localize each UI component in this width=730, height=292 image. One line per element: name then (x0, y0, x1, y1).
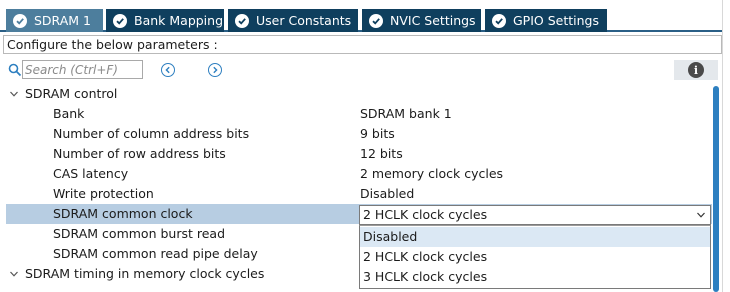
check-circle-icon (113, 13, 127, 28)
parameter-tree: SDRAM control Bank SDRAM bank 1 Number o… (0, 84, 712, 292)
tab-bank-mapping[interactable]: Bank Mapping (106, 9, 224, 32)
tab-label: GPIO Settings (513, 13, 599, 28)
search-toolbar: i (0, 58, 730, 82)
param-name: Number of row address bits (53, 146, 226, 161)
group-label: SDRAM control (25, 86, 118, 101)
param-value: Disabled (360, 186, 415, 201)
tab-sdram1[interactable]: SDRAM 1 (6, 9, 103, 32)
chevron-down-icon[interactable] (696, 210, 706, 220)
tab-user-constants[interactable]: User Constants (228, 9, 358, 32)
param-name: Write protection (53, 186, 154, 201)
search-input[interactable] (22, 60, 143, 79)
param-name: SDRAM common read pipe delay (53, 246, 258, 261)
vertical-scrollbar[interactable] (712, 84, 720, 292)
check-circle-icon (369, 13, 383, 28)
group-label: SDRAM timing in memory clock cycles (25, 266, 265, 281)
param-name: Bank (53, 106, 85, 121)
param-value: 9 bits (360, 126, 395, 141)
info-button[interactable]: i (674, 60, 718, 80)
param-value: SDRAM bank 1 (360, 106, 452, 121)
tab-nvic-settings[interactable]: NVIC Settings (362, 9, 481, 32)
chevron-down-icon[interactable] (9, 89, 19, 99)
param-value: 2 memory clock cycles (360, 166, 504, 181)
dropdown-option-3-hclk[interactable]: 3 HCLK clock cycles (360, 267, 710, 287)
param-name: Number of column address bits (53, 126, 250, 141)
dropdown-option-2-hclk[interactable]: 2 HCLK clock cycles (360, 247, 710, 267)
tab-label: User Constants (256, 13, 352, 28)
dropdown-option-disabled[interactable]: Disabled (360, 227, 710, 247)
tab-bar: SDRAM 1 Bank Mapping User Constants NVIC… (0, 0, 730, 32)
common-clock-select[interactable]: 2 HCLK clock cycles (359, 205, 711, 225)
param-name: CAS latency (53, 166, 129, 181)
check-circle-icon (492, 13, 506, 28)
param-name: SDRAM common burst read (53, 226, 225, 241)
config-description: Configure the below parameters : (3, 35, 722, 54)
tab-label: SDRAM 1 (34, 13, 92, 28)
check-circle-icon (235, 13, 249, 28)
info-icon: i (688, 62, 704, 78)
param-row-cas-latency[interactable]: CAS latency 2 memory clock cycles (0, 164, 712, 184)
next-match-button[interactable] (208, 63, 222, 77)
circle-chevron-right-icon (213, 66, 218, 74)
param-row-write-protection[interactable]: Write protection Disabled (0, 184, 712, 204)
param-value: 12 bits (360, 146, 403, 161)
check-circle-icon (13, 13, 27, 28)
param-name: SDRAM common clock (53, 206, 193, 221)
circle-chevron-left-icon (165, 66, 170, 74)
param-row-row-bits[interactable]: Number of row address bits 12 bits (0, 144, 712, 164)
tree-group-sdram-control[interactable]: SDRAM control (0, 84, 712, 104)
param-row-column-bits[interactable]: Number of column address bits 9 bits (0, 124, 712, 144)
tab-label: Bank Mapping (134, 13, 224, 28)
window-edge (722, 0, 730, 292)
chevron-down-icon[interactable] (9, 269, 19, 279)
select-value: 2 HCLK clock cycles (363, 207, 488, 222)
tab-label: NVIC Settings (390, 13, 476, 28)
prev-match-button[interactable] (161, 63, 175, 77)
tab-gpio-settings[interactable]: GPIO Settings (485, 9, 607, 32)
param-row-bank[interactable]: Bank SDRAM bank 1 (0, 104, 712, 124)
common-clock-dropdown: Disabled 2 HCLK clock cycles 3 HCLK cloc… (359, 225, 711, 289)
search-icon[interactable] (8, 63, 22, 77)
scrollbar-thumb[interactable] (713, 86, 719, 292)
